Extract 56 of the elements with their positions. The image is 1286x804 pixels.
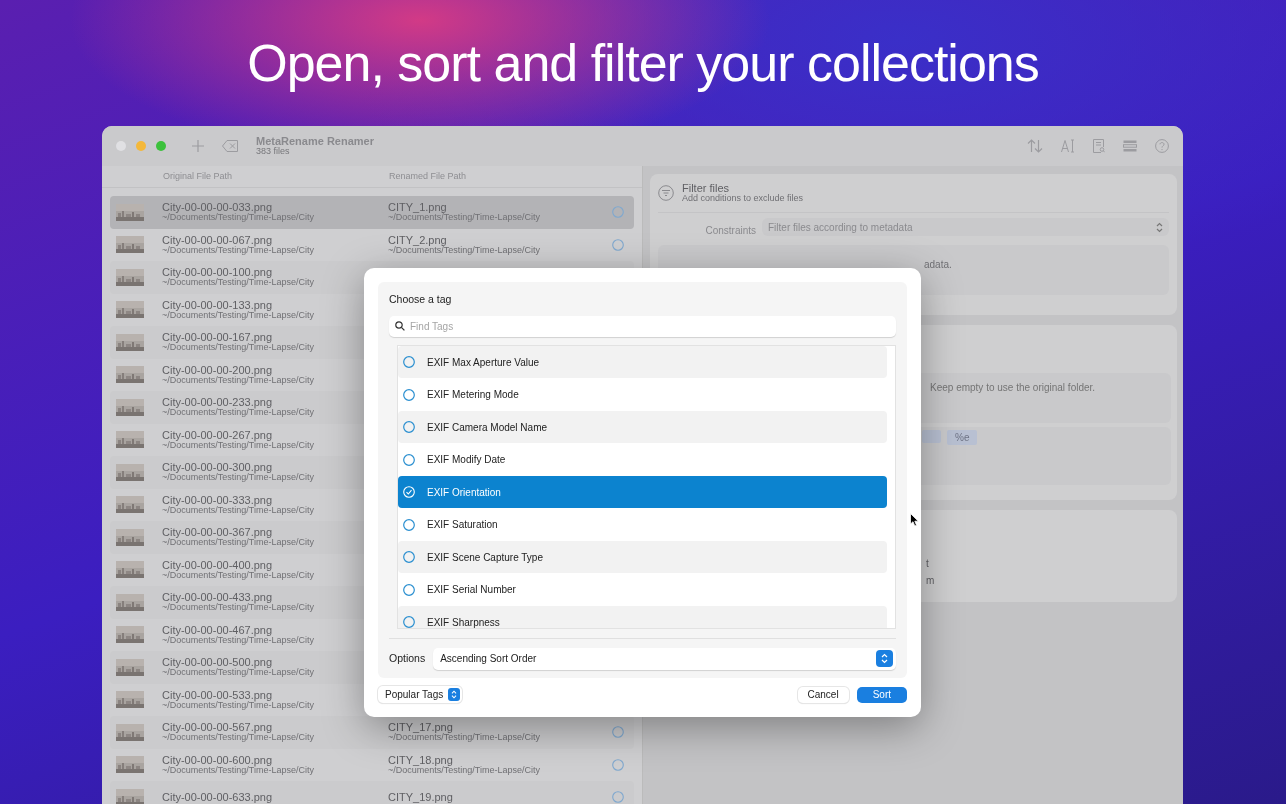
file-path: ~/Documents/Testing/Time-Lapse/City (162, 668, 315, 679)
file-name: City-00-00-00-433.png (162, 591, 273, 604)
file-path: ~/Documents/Testing/Time-Lapse/City (162, 375, 315, 386)
file-path: ~/Documents/Testing/Time-Lapse/City (388, 245, 541, 256)
file-path: ~/Documents/Testing/Time-Lapse/City (162, 700, 315, 711)
file-name: City-00-00-00-167.png (162, 331, 273, 344)
file-path: ~/Documents/Testing/Time-Lapse/City (162, 310, 315, 321)
file-path: ~/Documents/Testing/Time-Lapse/City (162, 213, 315, 224)
headline: Open, sort and filter your collections (247, 33, 1039, 94)
file-name: CITY_1.png (388, 201, 447, 214)
file-path: ~/Documents/Testing/Time-Lapse/City (162, 245, 315, 256)
option-text: t (926, 558, 930, 569)
file-path: ~/Documents/Testing/Time-Lapse/City (162, 343, 315, 354)
file-name: City-00-00-00-133.png (162, 298, 274, 311)
file-name: City-00-00-00-067.png (162, 233, 274, 246)
options-label: Options (389, 650, 426, 666)
file-name: CITY_19.png (388, 791, 454, 804)
file-name: City-00-00-00-567.png (162, 721, 273, 734)
file-name: City-00-00-00-233.png (162, 396, 273, 409)
file-path: ~/Documents/Testing/Time-Lapse/City (162, 505, 315, 516)
file-path: ~/Documents/Testing/Time-Lapse/City (162, 278, 315, 289)
file-name: City-00-00-00-367.png (162, 526, 273, 539)
file-name: City-00-00-00-400.png (162, 558, 274, 571)
file-path: ~/Documents/Testing/Time-Lapse/City (162, 570, 315, 581)
file-name: City-00-00-00-267.png (162, 428, 274, 441)
file-path: ~/Documents/Testing/Time-Lapse/City (162, 408, 315, 419)
file-path: ~/Documents/Testing/Time-Lapse/City (388, 733, 541, 744)
file-path: ~/Documents/Testing/Time-Lapse/City (162, 440, 315, 451)
file-path: ~/Documents/Testing/Time-Lapse/City (162, 635, 315, 646)
file-path: ~/Documents/Testing/Time-Lapse/City (162, 765, 315, 776)
file-name: City-00-00-00-033.png (162, 201, 273, 214)
file-count: 383 files (256, 147, 291, 157)
file-name: CITY_17.png (388, 721, 453, 734)
file-path: ~/Documents/Testing/Time-Lapse/City (162, 473, 315, 484)
card-title: Filter files (682, 182, 731, 194)
file-name: City-00-00-00-100.png (162, 266, 273, 279)
file-path: ~/Documents/Testing/Time-Lapse/City (388, 765, 541, 776)
file-name: City-00-00-00-300.png (162, 461, 273, 474)
file-name: City-00-00-00-500.png (162, 656, 273, 669)
card-subtitle: Add conditions to exclude files (682, 194, 804, 204)
file-path: ~/Documents/Testing/Time-Lapse/City (162, 538, 315, 549)
file-path: ~/Documents/Testing/Time-Lapse/City (162, 603, 315, 614)
file-name: CITY_2.png (388, 233, 448, 246)
field-label: Constraints (704, 225, 757, 237)
file-name: City-00-00-00-200.png (162, 363, 274, 376)
option-text: m (926, 575, 936, 586)
file-name: City-00-00-00-333.png (162, 493, 274, 506)
file-path: ~/Documents/Testing/Time-Lapse/City (388, 213, 541, 224)
window-title: MetaRename Renamer (256, 135, 374, 147)
file-name: City-00-00-00-600.png (162, 753, 274, 766)
file-name: City-00-00-00-467.png (162, 623, 274, 636)
file-path: ~/Documents/Testing/Time-Lapse/City (162, 733, 315, 744)
token-chip: %e (947, 430, 978, 445)
dialog-heading: Choose a tag (389, 292, 453, 307)
file-name: CITY_18.png (388, 753, 454, 766)
file-name: City-00-00-00-633.png (162, 791, 274, 804)
